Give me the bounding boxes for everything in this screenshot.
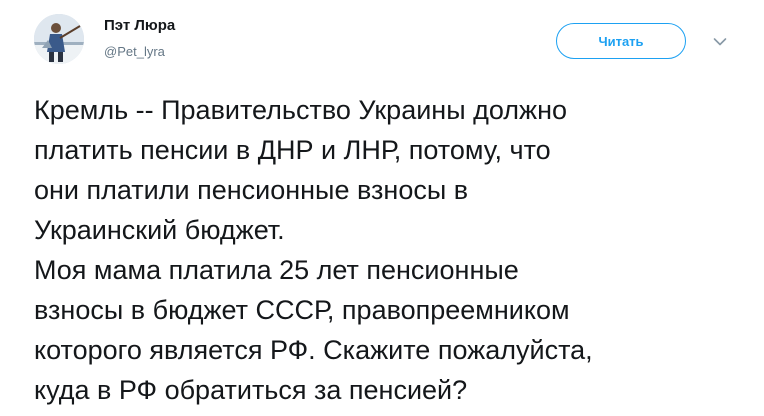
user-avatar-photo-icon: [34, 14, 84, 64]
tweet-menu-button[interactable]: [708, 30, 732, 54]
tweet-text-line: Моя мама платила 25 лет пенсионные: [34, 255, 519, 285]
follow-button[interactable]: Читать: [556, 23, 686, 59]
tweet-text-line: Кремль -- Правительство Украины должно: [34, 95, 568, 125]
tweet-text-line: они платили пенсионные взносы в: [34, 175, 469, 205]
avatar[interactable]: [34, 14, 84, 64]
tweet-text-line: взносы в бюджет СССР, правопреемником: [34, 295, 570, 325]
tweet-text-line: Украинский бюджет.: [34, 215, 285, 245]
tweet-text: Кремль -- Правительство Украины должно п…: [34, 90, 754, 410]
tweet-text-line: куда в РФ обратиться за пенсией?: [34, 375, 468, 405]
chevron-down-icon: [713, 38, 727, 46]
author-handle[interactable]: @Pet_lyra: [104, 44, 165, 59]
tweet-text-line: платить пенсии в ДНР и ЛНР, потому, что: [34, 135, 551, 165]
author-name[interactable]: Пэт Люра: [104, 17, 175, 34]
tweet-text-line: которого является РФ. Скажите пожалуйста…: [34, 335, 593, 365]
tweet-card: Пэт Люра @Pet_lyra Читать Кремль -- Прав…: [0, 0, 764, 416]
